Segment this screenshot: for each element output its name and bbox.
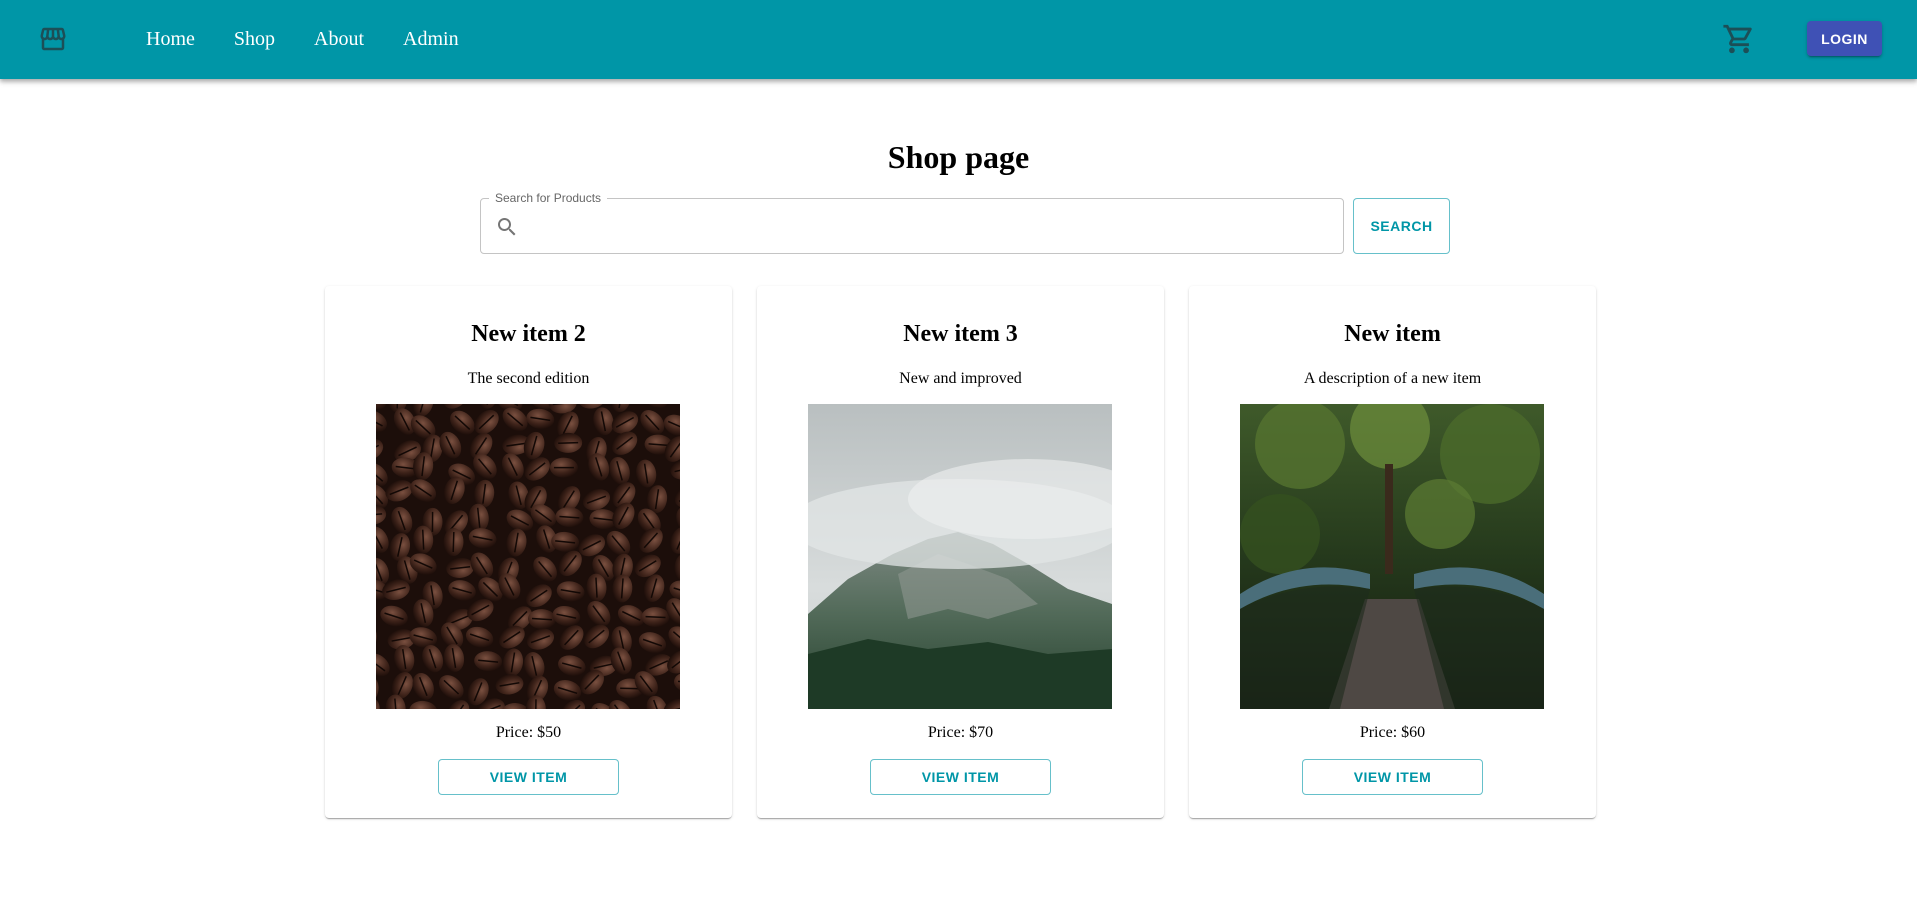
main-nav: Home Shop About Admin (146, 0, 498, 79)
app-bar: Home Shop About Admin LOGIN (0, 0, 1917, 79)
search-button[interactable]: SEARCH (1353, 198, 1450, 254)
storefront-icon[interactable] (38, 24, 68, 54)
product-card: New item A description of a new item Pri… (1189, 286, 1596, 818)
product-price: Price: $70 (927, 724, 994, 741)
nav-about-link[interactable]: About (314, 28, 364, 51)
misty-mountain-photo (808, 404, 1112, 709)
search-icon (495, 215, 519, 239)
nav-shop-link[interactable]: Shop (234, 28, 275, 51)
product-title: New item 2 (471, 321, 586, 347)
product-card: New item 2 The second edition Price: $50… (325, 286, 732, 818)
product-title: New item 3 (903, 321, 1018, 347)
product-description: A description of a new item (1303, 370, 1482, 387)
forest-bridge-photo (1240, 404, 1544, 709)
search-input[interactable] (531, 209, 1325, 245)
shopping-cart-icon[interactable] (1722, 22, 1756, 56)
search-field[interactable]: Search for Products (480, 191, 1344, 254)
product-description: The second edition (467, 370, 590, 387)
login-button[interactable]: LOGIN (1807, 21, 1882, 56)
view-item-button[interactable]: VIEW ITEM (870, 759, 1051, 795)
product-title: New item (1344, 321, 1441, 347)
product-price: Price: $50 (495, 724, 562, 741)
product-description: New and improved (899, 370, 1022, 387)
page-title: Shop page (887, 139, 1030, 175)
coffee-beans-photo (376, 404, 680, 709)
nav-admin-link[interactable]: Admin (403, 28, 459, 51)
nav-home-link[interactable]: Home (146, 28, 195, 51)
view-item-button[interactable]: VIEW ITEM (1302, 759, 1483, 795)
product-card: New item 3 New and improved Price: $70 V… (757, 286, 1164, 818)
search-field-label: Search for Products (489, 191, 608, 205)
product-price: Price: $60 (1359, 724, 1426, 741)
view-item-button[interactable]: VIEW ITEM (438, 759, 619, 795)
